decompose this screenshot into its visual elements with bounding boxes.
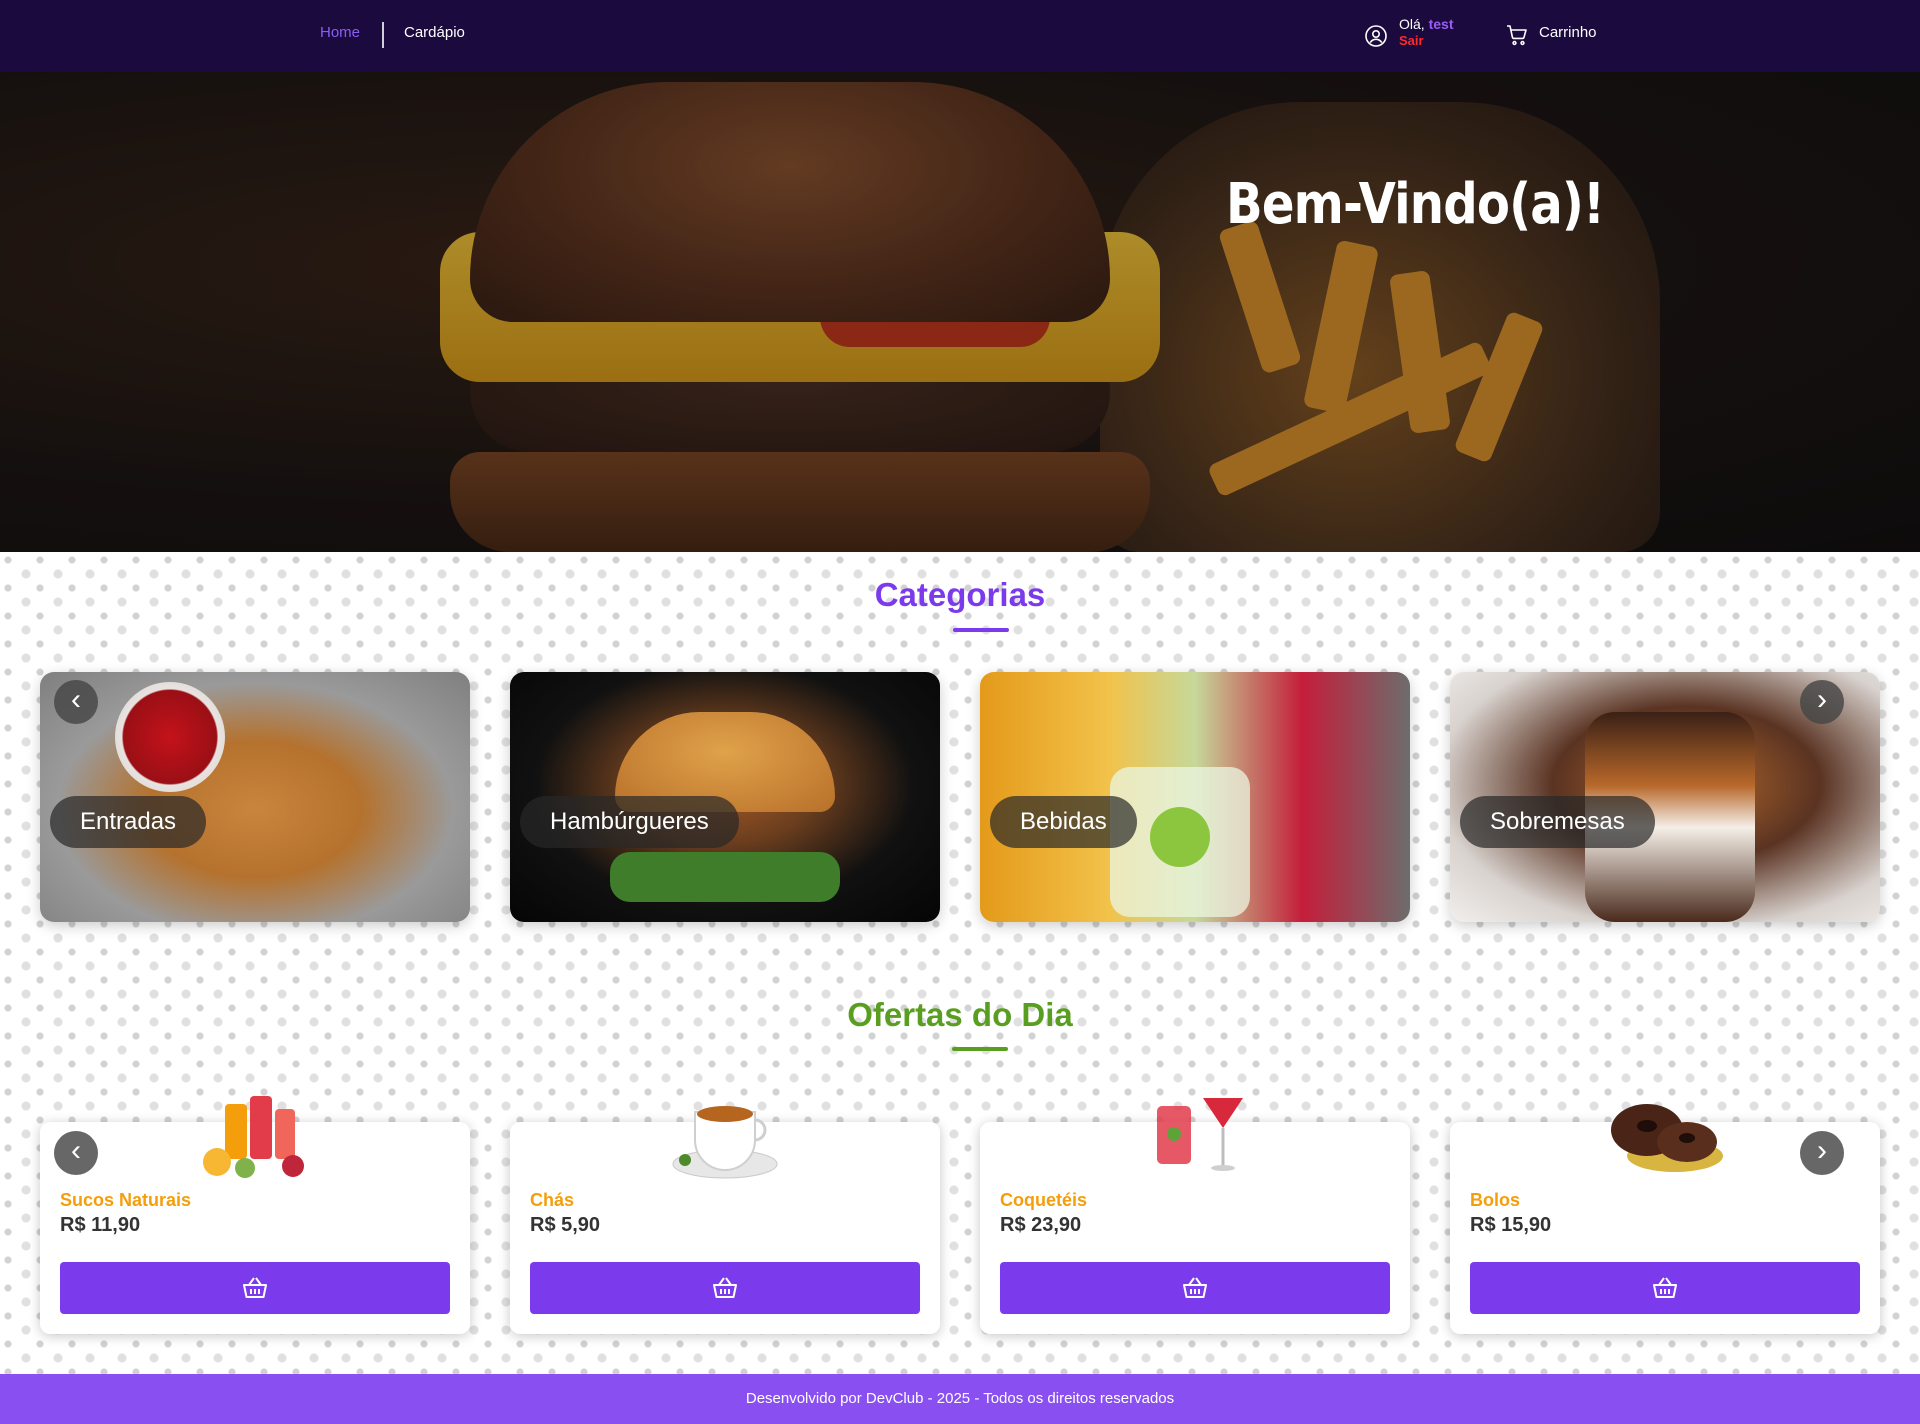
offers-title: Ofertas do Dia <box>847 996 1073 1033</box>
offer-price: R$ 15,90 <box>1470 1214 1552 1236</box>
categories-title: Categorias <box>874 576 1046 613</box>
offer-name: Bolos <box>1470 1190 1521 1210</box>
hero-title: Bem-Vindo(a)! <box>1226 172 1605 237</box>
offer-card: Coquetéis R$ 23,90 <box>980 1098 1410 1334</box>
category-label: Hambúrgueres <box>520 796 739 848</box>
add-to-cart-button[interactable] <box>530 1262 920 1314</box>
offers-title-underline <box>952 1047 1008 1051</box>
chevron-right-icon: › <box>1817 683 1827 716</box>
user-greeting: Olá, test <box>1399 16 1453 32</box>
category-label: Bebidas <box>990 796 1137 848</box>
category-card-entradas[interactable]: Entradas <box>40 672 470 922</box>
footer-text: Desenvolvido por DevClub - 2025 - Todos … <box>745 1390 1175 1407</box>
category-card-bebidas[interactable]: Bebidas <box>980 672 1410 922</box>
offer-name: Coquetéis <box>1000 1190 1088 1210</box>
offer-card: Sucos Naturais R$ 11,90 <box>40 1096 470 1334</box>
juice-image <box>203 1096 304 1178</box>
add-to-cart-button[interactable] <box>1470 1262 1860 1314</box>
basket-icon <box>713 1277 737 1298</box>
basket-icon <box>1653 1277 1677 1298</box>
cake-image <box>1611 1104 1723 1172</box>
cart-link[interactable]: Carrinho <box>1539 24 1597 41</box>
logout-link[interactable]: Sair <box>1399 33 1424 48</box>
basket-icon <box>1183 1277 1207 1298</box>
basket-icon <box>243 1277 267 1298</box>
nav-link-home[interactable]: Home <box>320 24 360 41</box>
burger-lettuce-image <box>610 852 840 902</box>
categories-title-underline <box>953 628 1009 632</box>
offer-name: Sucos Naturais <box>60 1190 192 1210</box>
offers-next-button[interactable]: › <box>1800 1131 1844 1175</box>
nav-link-menu[interactable]: Cardápio <box>404 24 465 41</box>
page-footer: Desenvolvido por DevClub - 2025 - Todos … <box>0 1374 1920 1424</box>
nav-separator <box>382 22 384 48</box>
cocktail-image <box>1157 1098 1243 1171</box>
category-label: Entradas <box>50 796 207 848</box>
greeting-text: Olá, <box>1399 16 1425 32</box>
chevron-left-icon: ‹ <box>71 683 81 716</box>
chevron-right-icon: › <box>1817 1134 1827 1167</box>
add-to-cart-button[interactable] <box>1000 1262 1390 1314</box>
categories-prev-button[interactable]: ‹ <box>54 680 98 724</box>
lime-slice-image <box>1150 807 1210 867</box>
category-label: Sobremesas <box>1460 796 1655 848</box>
username: test <box>1428 16 1454 32</box>
add-to-cart-button[interactable] <box>60 1262 450 1314</box>
user-circle-icon <box>1365 25 1387 47</box>
hero-overlay <box>0 72 1920 552</box>
offer-name: Chás <box>530 1190 575 1210</box>
shopping-cart-icon <box>1507 25 1527 46</box>
tea-cup-image <box>672 1106 778 1179</box>
categories-next-button[interactable]: › <box>1800 680 1844 724</box>
ketchup-bowl-image <box>115 682 225 792</box>
offer-price: R$ 23,90 <box>1000 1214 1082 1236</box>
offer-card: Chás R$ 5,90 <box>510 1106 940 1334</box>
offer-price: R$ 5,90 <box>530 1214 601 1236</box>
offers-prev-button[interactable]: ‹ <box>54 1131 98 1175</box>
chevron-left-icon: ‹ <box>71 1134 81 1167</box>
category-card-hamburgueres[interactable]: Hambúrgueres <box>510 672 940 922</box>
offer-price: R$ 11,90 <box>60 1214 141 1236</box>
top-navbar: Home Cardápio Olá, test Sair Carrinho <box>0 0 1920 72</box>
hero-banner: Bem-Vindo(a)! <box>0 72 1920 552</box>
